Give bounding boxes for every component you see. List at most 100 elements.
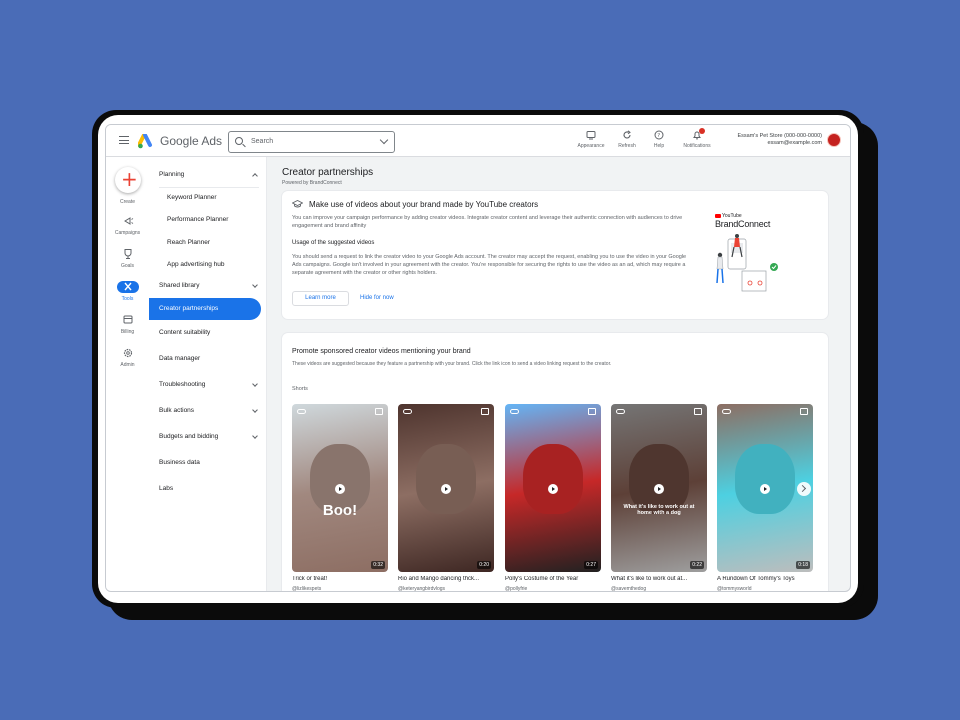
video-title[interactable]: Rio and Mango dancing thck... — [398, 576, 494, 582]
nav-bulk-actions-label: Bulk actions — [159, 407, 195, 414]
notification-badge — [699, 128, 705, 134]
rail-label-billing: Billing — [120, 329, 135, 335]
video-duration: 0:27 — [584, 561, 598, 569]
video-duration: 0:18 — [796, 561, 810, 569]
video-thumbnail[interactable]: What it's like to work out at home with … — [611, 404, 707, 572]
carousel-next-icon[interactable] — [797, 482, 811, 496]
play-icon[interactable] — [760, 484, 770, 494]
rail-label-admin: Admin — [120, 362, 135, 368]
graduation-cap-icon — [292, 200, 303, 208]
link-icon[interactable] — [510, 409, 519, 414]
help-button[interactable]: ? Help — [639, 130, 679, 154]
account-info[interactable]: Essam's Pet Store (000-000-0000) essam@e… — [722, 133, 822, 147]
rail-label-campaigns: Campaigns — [114, 230, 141, 236]
videos-title: Promote sponsored creator videos mention… — [292, 348, 471, 355]
intro-title: Make use of videos about your brand made… — [309, 200, 539, 209]
nav-creator-partnerships[interactable]: Creator partnerships — [149, 298, 261, 320]
captions-icon[interactable] — [375, 408, 383, 415]
video-thumbnail[interactable]: 0:20 — [398, 404, 494, 572]
nav-troubleshooting[interactable]: Troubleshooting — [149, 374, 267, 396]
left-rail: + Create Campaigns Goals Tools Billing A… — [106, 157, 149, 591]
nav-troubleshooting-label: Troubleshooting — [159, 381, 206, 388]
menu-icon[interactable] — [119, 136, 129, 144]
video-title[interactable]: A Rundown Of Tommy's Toys — [717, 576, 813, 582]
link-icon[interactable] — [297, 409, 306, 414]
video-overlay-text: What it's like to work out at home with … — [623, 504, 695, 516]
video-channel: @pollyfrie — [505, 586, 528, 592]
video-channel: @savemthedog — [611, 586, 647, 592]
video-title[interactable]: What it's like to work out at... — [611, 576, 707, 582]
video-channel: @tommysworld — [717, 586, 752, 592]
nav-bulk-actions[interactable]: Bulk actions — [149, 400, 267, 422]
nav-shared-library[interactable]: Shared library — [149, 275, 267, 297]
campaigns-icon — [123, 217, 133, 225]
nav-app-hub[interactable]: App advertising hub — [149, 254, 267, 276]
nav-business-data[interactable]: Business data — [149, 452, 267, 474]
top-bar: Google Ads Search Appearance Refresh ? H… — [106, 125, 850, 157]
intro-body: You can improve your campaign performanc… — [292, 215, 683, 229]
avatar[interactable] — [827, 133, 841, 147]
chevron-down-icon — [252, 433, 258, 439]
video-title[interactable]: Polly's Costume of the Year — [505, 576, 601, 582]
link-icon[interactable] — [403, 409, 412, 414]
rail-label-goals: Goals — [120, 263, 135, 269]
hide-for-now-button[interactable]: Hide for now — [360, 291, 394, 306]
learn-more-button[interactable]: Learn more — [292, 291, 349, 306]
video-duration: 0:20 — [477, 561, 491, 569]
rail-label-tools: Tools — [121, 296, 134, 302]
search-placeholder: Search — [251, 138, 274, 145]
video-subject — [523, 444, 583, 514]
captions-icon[interactable] — [588, 408, 596, 415]
app-screen: Google Ads Search Appearance Refresh ? H… — [105, 124, 851, 592]
notifications-label: Notifications — [683, 143, 711, 149]
videos-body: These videos are suggested because they … — [292, 361, 612, 367]
link-icon[interactable] — [616, 409, 625, 414]
rail-item-campaigns[interactable]: Campaigns — [106, 215, 149, 236]
play-icon[interactable] — [548, 484, 558, 494]
nav-content-suitability[interactable]: Content suitability — [149, 322, 267, 344]
rail-item-billing[interactable]: Billing — [106, 314, 149, 335]
captions-icon[interactable] — [800, 408, 808, 415]
create-label: Create — [119, 199, 135, 205]
account-email: essam@example.com — [767, 140, 823, 146]
plus-icon: + — [121, 167, 138, 191]
link-icon[interactable] — [722, 409, 731, 414]
video-channel: @lizlikespets — [292, 586, 322, 592]
help-label: Help — [653, 143, 665, 149]
nav-keyword-planner[interactable]: Keyword Planner — [149, 187, 267, 209]
play-icon[interactable] — [441, 484, 451, 494]
help-icon: ? — [654, 130, 664, 140]
create-label-wrap: Create — [106, 196, 149, 205]
brandconnect-logo: BrandConnect — [715, 219, 771, 229]
captions-icon[interactable] — [694, 408, 702, 415]
main-content: Creator partnerships Powered by BrandCon… — [268, 157, 850, 592]
video-subject — [735, 444, 795, 514]
notifications-button[interactable]: Notifications — [677, 128, 717, 154]
search-box[interactable]: Search — [228, 131, 395, 153]
rail-item-tools[interactable]: Tools — [106, 281, 149, 302]
video-thumbnail[interactable]: Boo! 0:32 — [292, 404, 388, 572]
nav-budgets-bidding-label: Budgets and bidding — [159, 433, 219, 440]
chevron-down-icon — [252, 282, 258, 288]
nav-shared-library-label: Shared library — [159, 282, 200, 289]
refresh-icon — [623, 130, 631, 139]
shorts-heading: Shorts — [292, 386, 308, 392]
chevron-down-icon[interactable] — [379, 135, 389, 145]
video-title[interactable]: Trick or treat! — [292, 576, 388, 582]
create-button[interactable]: + — [115, 167, 141, 193]
usage-body: You should send a request to link the cr… — [292, 254, 687, 276]
nav-planning[interactable]: Planning — [149, 164, 267, 186]
nav-performance-planner[interactable]: Performance Planner — [149, 209, 267, 231]
video-duration: 0:32 — [371, 561, 385, 569]
video-thumbnail[interactable]: 0:27 — [505, 404, 601, 572]
rail-item-goals[interactable]: Goals — [106, 248, 149, 269]
nav-labs[interactable]: Labs — [149, 478, 267, 500]
nav-data-manager[interactable]: Data manager — [149, 348, 267, 370]
play-icon[interactable] — [654, 484, 664, 494]
nav-budgets-bidding[interactable]: Budgets and bidding — [149, 426, 267, 448]
nav-reach-planner[interactable]: Reach Planner — [149, 232, 267, 254]
play-icon[interactable] — [335, 484, 345, 494]
captions-icon[interactable] — [481, 408, 489, 415]
appearance-button[interactable]: Appearance — [571, 130, 611, 154]
rail-item-admin[interactable]: Admin — [106, 347, 149, 368]
